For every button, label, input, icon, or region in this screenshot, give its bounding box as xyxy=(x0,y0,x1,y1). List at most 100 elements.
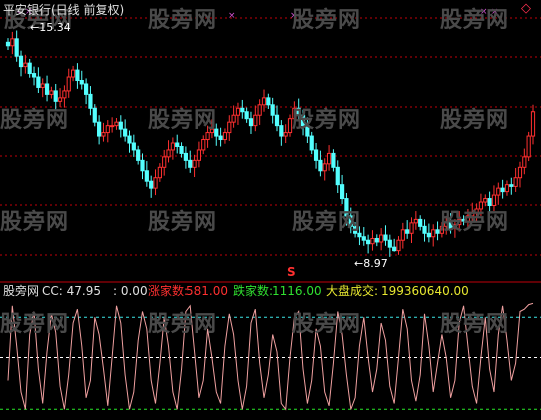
candle-body xyxy=(105,125,110,134)
low-price-label: ←8.97 xyxy=(354,257,388,271)
candle-body xyxy=(513,177,518,187)
candle-body xyxy=(131,142,136,151)
candle-body xyxy=(244,111,249,120)
candle-body xyxy=(326,152,332,165)
candle-body xyxy=(257,104,262,116)
candle-body xyxy=(231,114,236,123)
candle-body xyxy=(335,166,340,186)
candle-body xyxy=(53,90,58,102)
candle-body xyxy=(149,180,154,189)
candle-body xyxy=(387,239,392,248)
down-count-label: 跌家数: xyxy=(233,284,274,298)
candle-body xyxy=(83,83,89,95)
watermark: 股旁网 xyxy=(0,108,70,133)
zero-label: : 0.00 xyxy=(113,284,148,298)
sell-signal-mark: S xyxy=(287,265,296,279)
candle-body xyxy=(405,229,410,234)
candle-body xyxy=(157,166,162,179)
candle-body xyxy=(44,83,50,95)
candle-body xyxy=(274,114,280,127)
up-count-value: 581.00 xyxy=(186,284,228,298)
watermark: 股旁网 xyxy=(292,210,362,235)
candle-body xyxy=(14,38,19,57)
candle-body xyxy=(175,142,180,147)
candle-body xyxy=(118,121,123,130)
candle-body xyxy=(431,229,436,238)
watermark: 股旁网 xyxy=(292,312,362,337)
candle-body xyxy=(318,159,323,172)
candle-body xyxy=(279,125,284,137)
candle-body xyxy=(36,76,41,88)
candle-body xyxy=(227,121,232,134)
diamond-outline-icon: ◇ xyxy=(521,1,531,16)
watermark: 股旁网 xyxy=(148,108,218,133)
candle-body xyxy=(270,104,275,116)
watermark: 股旁网 xyxy=(0,312,70,337)
watermark: 股旁网 xyxy=(292,108,362,133)
candle-body xyxy=(153,177,158,189)
cross-marker-icon: × xyxy=(228,11,236,21)
indicator-name: 股旁网 xyxy=(3,284,40,298)
candle-body xyxy=(18,55,24,68)
candle-body xyxy=(66,76,71,92)
candle-body xyxy=(201,139,206,151)
watermark: 股旁网 xyxy=(0,210,70,235)
candle-body xyxy=(92,107,97,123)
watermark: 股旁网 xyxy=(440,108,510,133)
candle-body xyxy=(409,222,414,234)
candle-body xyxy=(123,128,128,137)
candle-body xyxy=(188,159,193,168)
candle-body xyxy=(218,135,223,141)
candle-body xyxy=(248,118,254,127)
candle-body xyxy=(526,135,531,158)
candle-body xyxy=(361,236,366,241)
candle-body xyxy=(75,69,80,82)
candle-body xyxy=(31,73,37,78)
candle-body xyxy=(253,114,258,127)
candle-body xyxy=(500,187,505,193)
candle-body xyxy=(235,107,241,116)
candle-body xyxy=(136,149,141,161)
candle-body xyxy=(70,69,76,78)
high-price-label: ←15.34 xyxy=(30,21,71,35)
watermark: 股旁网 xyxy=(292,8,362,33)
market-volume-label: 大盘成交: xyxy=(326,284,379,298)
candle-body xyxy=(400,229,405,241)
candle-body xyxy=(27,62,32,75)
watermark: 股旁网 xyxy=(440,210,510,235)
candle-body xyxy=(530,111,536,137)
candle-body xyxy=(183,152,188,161)
market-volume-value: 199360640.00 xyxy=(381,284,469,298)
watermark: 股旁网 xyxy=(440,8,510,33)
candle-body xyxy=(114,121,119,127)
candle-body xyxy=(370,237,375,245)
arrow-left-icon: ← xyxy=(354,257,364,270)
candle-body xyxy=(517,166,523,179)
candle-body xyxy=(166,149,171,158)
candle-body xyxy=(422,225,427,234)
watermark: 股旁网 xyxy=(148,8,218,33)
candle-body xyxy=(496,187,501,196)
arrow-left-icon: ← xyxy=(30,21,40,34)
candle-body xyxy=(10,38,15,47)
candle-body xyxy=(140,159,145,172)
candle-body xyxy=(426,232,431,238)
candle-body xyxy=(101,132,106,137)
candle-body xyxy=(110,125,115,128)
candle-body xyxy=(144,170,149,182)
candle-body xyxy=(522,156,527,168)
watermark: 股旁网 xyxy=(440,312,510,337)
candle-body xyxy=(339,184,345,200)
high-value: 15.34 xyxy=(39,21,71,34)
candle-body xyxy=(261,97,267,106)
watermark: 股旁网 xyxy=(148,312,218,337)
candle-body xyxy=(240,107,245,113)
candle-body xyxy=(40,83,45,88)
up-count-label: 涨家数: xyxy=(148,284,189,298)
candle-body xyxy=(23,62,28,68)
candle-body xyxy=(331,152,336,168)
candle-body xyxy=(418,218,423,227)
candle-body xyxy=(179,145,184,154)
cc-label: CC: 47.95 xyxy=(42,284,101,298)
candle-body xyxy=(5,41,11,47)
